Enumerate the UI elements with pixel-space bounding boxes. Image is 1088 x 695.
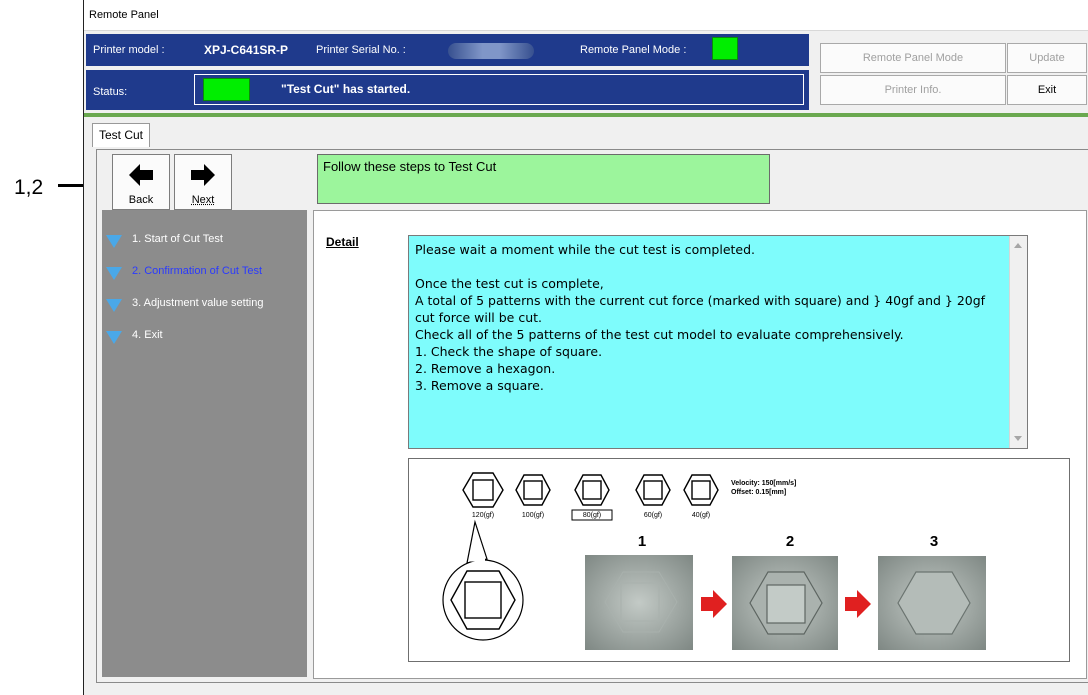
status-bar: Status: "Test Cut" has started. [86,70,809,110]
remote-mode-label: Remote Panel Mode : [580,44,687,56]
test-cut-figure: 120(gf) 100(gf) 80(gf) 60(gf) 40(gf) Vel… [408,458,1070,662]
photo-step-number: 2 [786,533,794,550]
step-label: 2. Confirmation of Cut Test [132,265,263,277]
pattern-label: 60(gf) [644,512,662,519]
callout-label: 1,2 [14,176,44,199]
arrow-right-icon [191,164,215,186]
pattern-80-icon [574,474,610,506]
detail-scrollbar[interactable] [1009,236,1027,448]
update-button[interactable]: Update [1007,43,1087,73]
back-button[interactable]: Back [112,154,170,210]
title-bar: Remote Panel [84,0,1088,31]
photo-step-number: 3 [930,533,938,550]
pattern-label: 40(gf) [692,512,710,519]
remote-panel-window: Remote Panel Printer model : XPJ-C641SR-… [83,0,1088,695]
triangle-down-icon [106,267,122,280]
instruction-box: Follow these steps to Test Cut [317,154,770,204]
detail-line: 3. Remove a square. [415,378,544,393]
velocity-text: Velocity: 150[mm/s] [731,480,796,487]
next-button[interactable]: Next [174,154,232,210]
exit-button[interactable]: Exit [1007,75,1087,105]
cut-photo-1 [585,555,693,650]
content-area: Detail Please wait a moment while the cu… [313,210,1087,679]
photo-step-number: 1 [638,533,646,550]
triangle-down-icon [106,235,122,248]
detail-line: Please wait a moment while the cut test … [415,242,756,257]
remote-panel-mode-button[interactable]: Remote Panel Mode [820,43,1006,73]
status-label: Status: [93,86,128,98]
pattern-label: 120(gf) [472,512,494,519]
printer-info-bar: Printer model : XPJ-C641SR-P Printer Ser… [86,34,809,66]
header: Printer model : XPJ-C641SR-P Printer Ser… [84,31,1088,115]
tab-strip: Test Cut [84,117,1088,147]
arrow-right-icon [701,590,727,618]
printer-info-button[interactable]: Printer Info. [820,75,1006,105]
step-label: 3. Adjustment value setting [132,297,264,309]
status-text: "Test Cut" has started. [281,82,411,96]
step-list: 1. Start of Cut Test 2. Confirmation of … [102,210,307,677]
test-cut-diagram: 120(gf) 100(gf) 80(gf) 60(gf) 40(gf) Vel… [442,472,986,650]
next-label: Next [191,194,215,206]
serial-label: Printer Serial No. : [316,44,406,56]
cut-photo-3 [878,556,986,650]
step-label: 4. Exit [132,329,163,341]
triangle-down-icon [106,331,122,344]
detail-line [415,258,1005,275]
test-cut-panel: Back Next Follow these steps to Test Cut… [96,149,1088,683]
detail-line: 1. Check the shape of square. [415,344,603,359]
scroll-up-icon[interactable] [1014,243,1022,248]
zoom-bubble [442,519,524,641]
cut-photo-2 [732,556,838,650]
back-label: Back [128,194,154,206]
detail-label: Detail [326,235,359,249]
window-title: Remote Panel [89,9,159,21]
printer-model-label: Printer model : [93,44,165,56]
scroll-down-icon[interactable] [1014,436,1022,441]
detail-line: 2. Remove a hexagon. [415,361,556,376]
pattern-100-icon [515,474,551,506]
serial-number-redacted [448,43,534,59]
arrow-left-icon [129,164,153,186]
pattern-120-icon [462,472,504,508]
remote-mode-indicator [712,37,738,60]
triangle-down-icon [106,299,122,312]
pattern-60-icon [635,474,671,506]
status-box: "Test Cut" has started. [194,74,804,105]
detail-line: Check all of the 5 patterns of the test … [415,327,904,342]
detail-text-box[interactable]: Please wait a moment while the cut test … [408,235,1028,449]
printer-model-value: XPJ-C641SR-P [204,43,289,57]
step-label: 1. Start of Cut Test [132,233,223,245]
detail-text: Please wait a moment while the cut test … [415,241,1005,394]
tab-test-cut[interactable]: Test Cut [92,123,151,147]
offset-text: Offset: 0.15[mm] [731,489,786,496]
pattern-label: 80(gf) [583,512,601,519]
pattern-label: 100(gf) [522,512,544,519]
arrow-right-icon [845,590,871,618]
pattern-40-icon [683,474,719,506]
detail-line: Once the test cut is complete, [415,276,604,291]
status-indicator [203,78,250,101]
detail-line: A total of 5 patterns with the current c… [415,293,986,325]
